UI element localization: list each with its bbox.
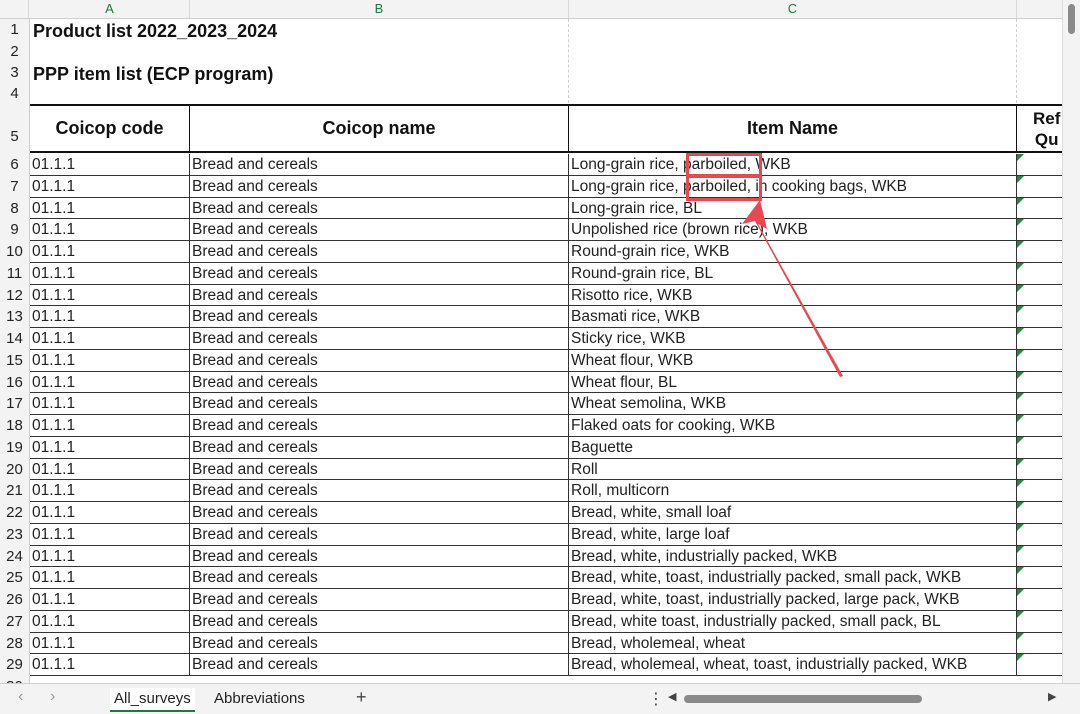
row-number[interactable]: 29 xyxy=(0,654,29,676)
row-number[interactable]: 26 xyxy=(0,589,29,611)
vertical-scroll-thumb[interactable] xyxy=(1068,4,1075,34)
add-sheet-icon[interactable]: + xyxy=(356,687,367,708)
sheet-tab-all-surveys[interactable]: All_surveys xyxy=(110,688,195,712)
row-number[interactable]: 8 xyxy=(0,198,29,220)
arrow-annotation xyxy=(742,200,843,377)
horizontal-scroll-thumb[interactable] xyxy=(684,695,922,703)
row-number[interactable]: 17 xyxy=(0,393,29,415)
row-number[interactable]: 16 xyxy=(0,372,29,394)
scroll-right-icon[interactable]: ▶ xyxy=(1048,690,1056,703)
arrow-icon xyxy=(742,200,843,377)
next-sheet-icon[interactable]: › xyxy=(50,688,55,706)
column-header-b[interactable]: B xyxy=(190,0,569,18)
horizontal-scrollbar[interactable]: ◀ ▶ xyxy=(668,690,1060,706)
row-number[interactable]: 14 xyxy=(0,328,29,350)
select-all-corner[interactable] xyxy=(0,0,29,18)
row-number[interactable]: 25 xyxy=(0,567,29,589)
row-number[interactable]: 23 xyxy=(0,524,29,546)
row-number-gutter: 1 2 3 4 5 6 7 8 9 10 11 12 13 14 15 16 17 18 19 20 21 22 23 24 2… xyxy=(0,19,30,683)
row-number[interactable]: 18 xyxy=(0,415,29,437)
row-number[interactable]: 12 xyxy=(0,285,29,307)
row-number[interactable]: 2 xyxy=(0,41,29,62)
row-number[interactable]: 5 xyxy=(0,122,29,152)
row-number[interactable]: 21 xyxy=(0,480,29,502)
row-number[interactable]: 20 xyxy=(0,459,29,481)
row-number[interactable]: 24 xyxy=(0,546,29,568)
row-number[interactable]: 19 xyxy=(0,437,29,459)
row-number[interactable]: 10 xyxy=(0,241,29,263)
column-header-a[interactable]: A xyxy=(30,0,190,18)
row-number[interactable]: 4 xyxy=(0,84,29,104)
row-number[interactable]: 28 xyxy=(0,633,29,655)
scroll-left-icon[interactable]: ◀ xyxy=(668,690,676,703)
row-number[interactable]: 7 xyxy=(0,176,29,198)
column-header-d[interactable] xyxy=(1017,0,1062,18)
row-number[interactable]: 3 xyxy=(0,62,29,84)
column-header-c[interactable]: C xyxy=(569,0,1017,18)
vertical-scrollbar[interactable] xyxy=(1062,0,1080,683)
column-headers: A B C xyxy=(0,0,1062,19)
row-number[interactable]: 22 xyxy=(0,502,29,524)
row-number[interactable]: 6 xyxy=(0,154,29,176)
sheet-tab-bar: ‹ › All_surveys Abbreviations + ⋮ ◀ ▶ xyxy=(0,683,1080,714)
row-number[interactable]: 11 xyxy=(0,263,29,285)
row-number[interactable]: 13 xyxy=(0,306,29,328)
sheet-tab-abbreviations[interactable]: Abbreviations xyxy=(210,688,309,710)
prev-sheet-icon[interactable]: ‹ xyxy=(18,688,23,706)
sheet-grid[interactable]: Product list 2022_2023_2024 PPP item lis… xyxy=(30,19,1062,683)
row-number[interactable]: 9 xyxy=(0,219,29,241)
row-number[interactable]: 15 xyxy=(0,350,29,372)
row-number[interactable]: 30 xyxy=(0,676,29,683)
more-icon[interactable]: ⋮ xyxy=(648,689,664,709)
row-number[interactable]: 1 xyxy=(0,19,29,41)
row-number[interactable]: 27 xyxy=(0,611,29,633)
